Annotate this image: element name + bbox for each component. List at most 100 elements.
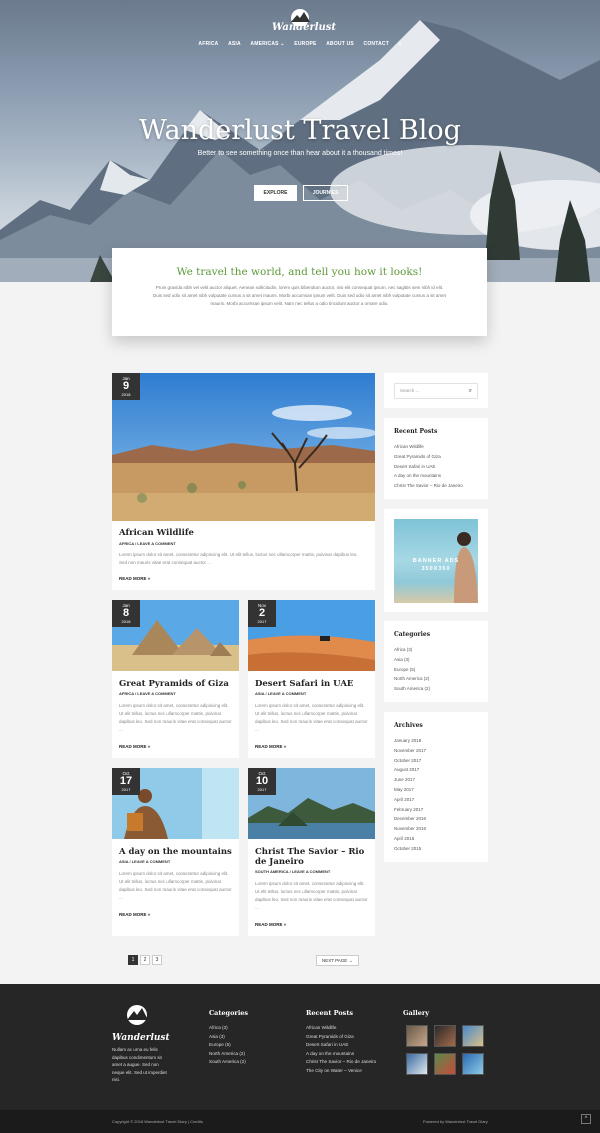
read-more-link[interactable]: READ MORE » <box>255 922 286 927</box>
category-link[interactable]: Africa (3) <box>209 1024 246 1033</box>
recent-post-link[interactable]: A day on the mountains <box>306 1050 376 1059</box>
archive-link[interactable]: June 2017 <box>394 775 426 785</box>
category-link[interactable]: South America (2) <box>394 684 430 694</box>
category-link[interactable]: North America (2) <box>394 674 430 684</box>
page-2-button[interactable]: 2 <box>140 955 150 965</box>
post-card-desert-safari: Nov 2 2017 Desert Safari in UAE ASIA / L… <box>248 600 375 758</box>
archive-link[interactable]: November 2016 <box>394 824 426 834</box>
gallery-thumb[interactable] <box>434 1053 456 1075</box>
category-link[interactable]: North America (2) <box>209 1050 246 1059</box>
recent-post-link[interactable]: Desert Safari in UAE <box>394 462 463 472</box>
post-meta[interactable]: ASIA / LEAVE A COMMENT <box>119 859 170 864</box>
post-title[interactable]: African Wildlife <box>119 528 194 538</box>
archives-list: January 2018 November 2017 October 2017 … <box>394 736 426 854</box>
post-meta[interactable]: AFRICA / LEAVE A COMMENT <box>119 691 176 696</box>
banner-text: BANNER ADS <box>412 558 460 564</box>
post-date-badge: Nov 2 2017 <box>248 600 276 627</box>
nav-europe[interactable]: EUROPE <box>294 41 316 47</box>
archive-link[interactable]: October 2017 <box>394 756 426 766</box>
category-link[interactable]: South America (2) <box>209 1058 246 1067</box>
category-link[interactable]: Europe (5) <box>209 1041 246 1050</box>
recent-post-link[interactable]: Desert Safari in UAE <box>306 1041 376 1050</box>
scroll-to-top-icon[interactable]: ^ <box>581 1114 591 1124</box>
read-more-link[interactable]: READ MORE » <box>119 912 150 917</box>
gallery-thumb[interactable] <box>462 1053 484 1075</box>
gallery-thumb[interactable] <box>406 1053 428 1075</box>
recent-post-link[interactable]: Christ The Savior – Rio de Janeiro <box>306 1058 376 1067</box>
nav-americas-label: AMERICAS <box>250 41 279 47</box>
gallery-thumb[interactable] <box>406 1025 428 1047</box>
recent-post-link[interactable]: Great Pyramids of Giza <box>306 1033 376 1042</box>
logo-text: Wanderlust <box>272 22 337 33</box>
footer-recent-list: African Wildlife Great Pyramids of Giza … <box>306 1024 376 1075</box>
archive-link[interactable]: October 2015 <box>394 844 426 854</box>
category-link[interactable]: Asia (3) <box>209 1033 246 1042</box>
nav-contact[interactable]: CONTACT <box>364 41 389 47</box>
explore-button[interactable]: EXPLORE <box>254 185 297 201</box>
search-input[interactable]: Search ... ⌕ <box>394 383 478 399</box>
page-1-button[interactable]: 1 <box>128 955 138 965</box>
post-card-mountains: Oct 17 2017 A day on the mountains ASIA … <box>112 768 239 936</box>
post-title[interactable]: Great Pyramids of Giza <box>119 679 229 689</box>
gallery-thumb[interactable] <box>462 1025 484 1047</box>
footer-categories-title: Categories <box>209 1009 249 1017</box>
footer: Wanderlust Nullam ac urna eu felis dapib… <box>0 984 600 1110</box>
savanna-image <box>112 373 375 521</box>
archive-link[interactable]: April 2016 <box>394 834 426 844</box>
recent-post-link[interactable]: African Wildlife <box>394 442 463 452</box>
category-link[interactable]: Africa (3) <box>394 645 430 655</box>
post-title[interactable]: A day on the mountains <box>119 847 232 857</box>
recent-post-link[interactable]: The City on Water – Venice <box>306 1067 376 1076</box>
widget-title: Archives <box>394 722 423 729</box>
post-meta[interactable]: ASIA / LEAVE A COMMENT <box>255 691 306 696</box>
archive-link[interactable]: February 2017 <box>394 805 426 815</box>
nav-americas[interactable]: AMERICAS ⌄ <box>250 41 284 47</box>
post-meta[interactable]: AFRICA / LEAVE A COMMENT <box>119 541 176 546</box>
date-year: 2018 <box>121 619 131 624</box>
read-more-link[interactable]: READ MORE » <box>119 576 150 581</box>
search-icon[interactable]: ⌕ <box>399 41 402 47</box>
archive-link[interactable]: August 2017 <box>394 765 426 775</box>
journeys-button[interactable]: JOURNIES <box>303 185 348 201</box>
footer-logo[interactable]: Wanderlust <box>112 1002 170 1043</box>
archive-link[interactable]: January 2018 <box>394 736 426 746</box>
hero-title: Wanderlust Travel Blog <box>139 115 461 146</box>
recent-posts-widget: Recent Posts African Wildlife Great Pyra… <box>384 418 488 499</box>
read-more-link[interactable]: READ MORE » <box>119 744 150 749</box>
nav-about-us[interactable]: ABOUT US <box>326 41 354 47</box>
archive-link[interactable]: May 2017 <box>394 785 426 795</box>
intro-text: Proin gravida nibh vel velit auctor aliq… <box>153 285 446 306</box>
banner-ad[interactable]: BANNER ADS 350X350 <box>394 519 478 603</box>
recent-post-link[interactable]: Christ The Savior – Rio de Janeiro <box>394 481 463 491</box>
mountain-logo-icon <box>127 1005 148 1025</box>
search-icon[interactable]: ⌕ <box>469 384 472 398</box>
category-link[interactable]: Asia (3) <box>394 655 430 665</box>
recent-post-link[interactable]: Great Pyramids of Giza <box>394 452 463 462</box>
post-excerpt: Lorem ipsum dolor sit amet, consectetur … <box>119 871 232 900</box>
recent-post-link[interactable]: A day on the mountains <box>394 471 463 481</box>
post-date-badge: Oct 17 2017 <box>112 768 140 795</box>
site-logo[interactable]: Wanderlust <box>272 6 337 36</box>
date-day: 8 <box>122 607 130 619</box>
post-image[interactable] <box>112 373 375 521</box>
post-title[interactable]: Desert Safari in UAE <box>255 679 353 689</box>
recent-post-link[interactable]: African Wildlife <box>306 1024 376 1033</box>
archive-link[interactable]: December 2016 <box>394 814 426 824</box>
banner-label: BANNER ADS 350X350 <box>394 557 478 573</box>
archive-link[interactable]: April 2017 <box>394 795 426 805</box>
read-more-link[interactable]: READ MORE » <box>255 744 286 749</box>
footer-about-text: Nullam ac urna eu felis dapibus condimen… <box>112 1047 167 1082</box>
page-3-button[interactable]: 3 <box>152 955 162 965</box>
chevron-down-icon: ⌄ <box>280 41 285 47</box>
category-link[interactable]: Europe (5) <box>394 665 430 675</box>
post-meta[interactable]: SOUTH AMERICA / LEAVE A COMMENT <box>255 869 330 874</box>
banner-size: 350X350 <box>421 566 451 572</box>
nav-asia[interactable]: ASIA <box>228 41 241 47</box>
post-title[interactable]: Christ The Savior – Rio de Janeiro <box>255 847 370 867</box>
nav-africa[interactable]: AFRICA <box>198 41 218 47</box>
categories-widget: Categories Africa (3) Asia (3) Europe (5… <box>384 621 488 702</box>
gallery-thumb[interactable] <box>434 1025 456 1047</box>
next-page-button[interactable]: NEXT PAGE → <box>316 955 359 966</box>
archive-link[interactable]: November 2017 <box>394 746 426 756</box>
date-year: 2017 <box>257 787 267 792</box>
